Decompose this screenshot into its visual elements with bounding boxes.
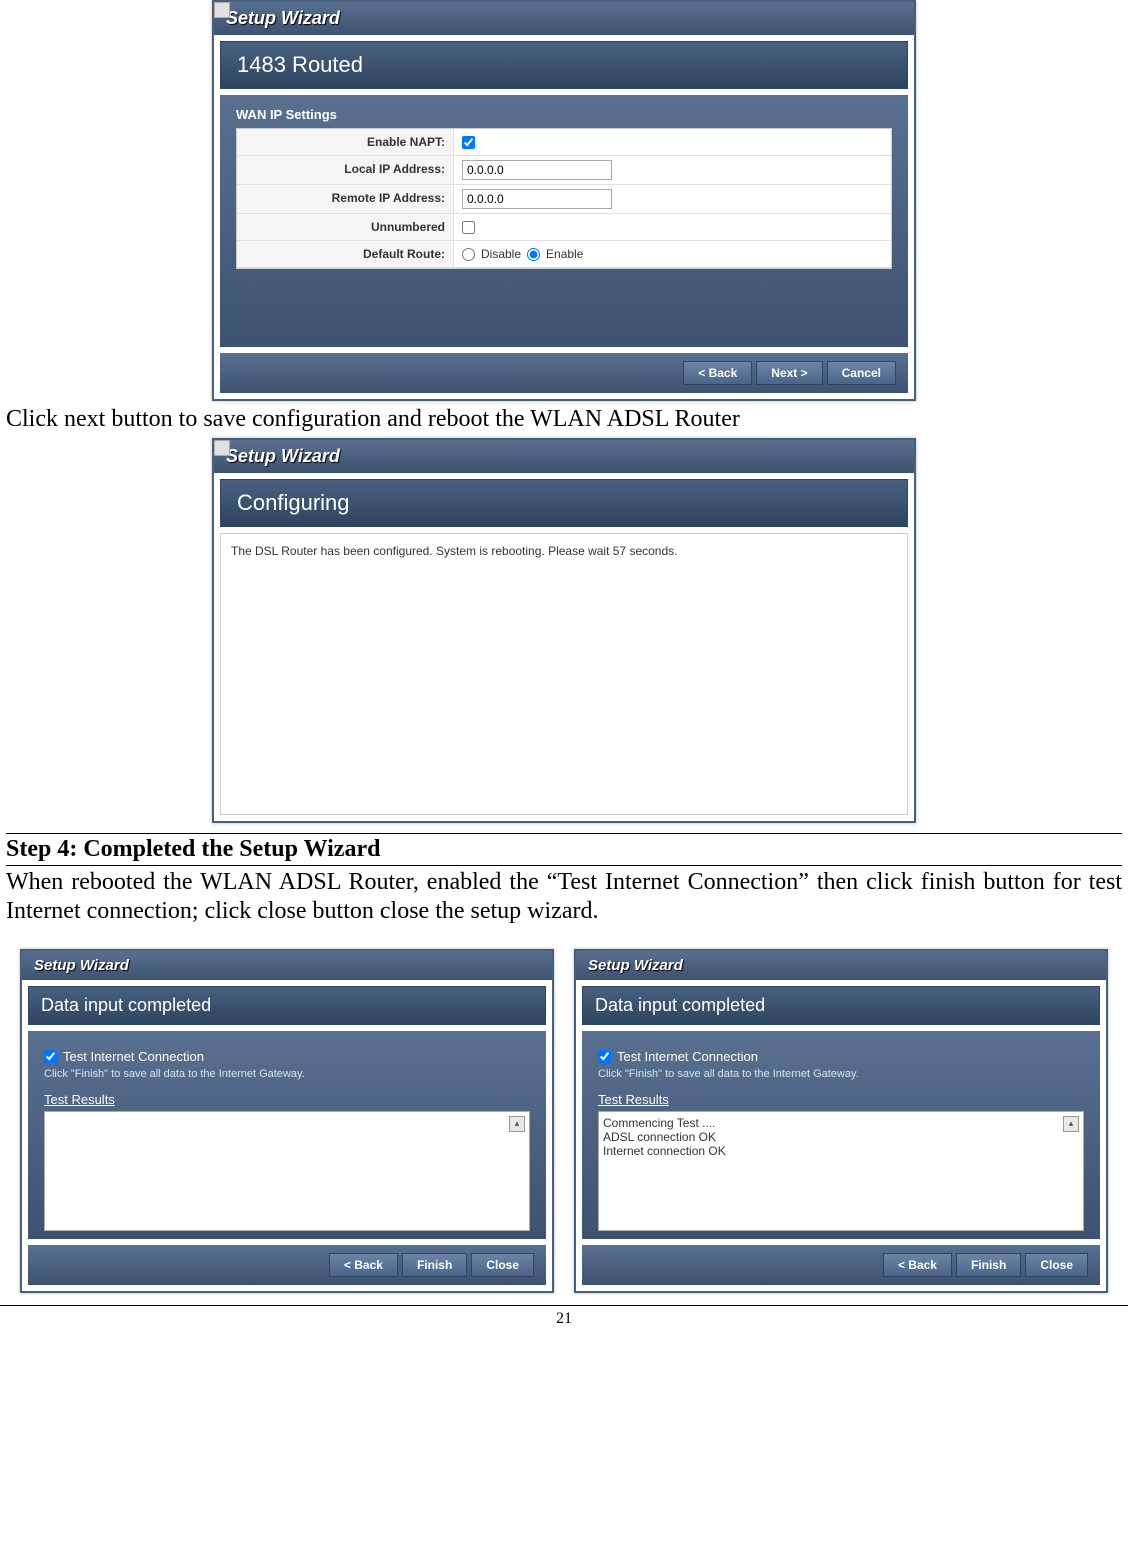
divider xyxy=(0,1305,1128,1306)
test-results-right: ▴Commencing Test .... ADSL connection OK… xyxy=(598,1111,1084,1231)
scroll-corner-icon xyxy=(214,2,230,18)
checkbox-enable-napt[interactable] xyxy=(462,136,475,149)
label-test-connection-left: Test Internet Connection xyxy=(63,1049,204,1064)
config-message: The DSL Router has been configured. Syst… xyxy=(220,533,908,815)
page-number: 21 xyxy=(0,1310,1128,1328)
row-remote-ip: Remote IP Address: xyxy=(237,185,891,214)
back-button[interactable]: < Back xyxy=(683,361,752,385)
next-button[interactable]: Next > xyxy=(756,361,822,385)
test-results-label-left: Test Results xyxy=(44,1092,530,1107)
close-button-left[interactable]: Close xyxy=(471,1253,534,1277)
row-enable-napt: Enable NAPT: xyxy=(237,129,891,156)
row-local-ip: Local IP Address: xyxy=(237,156,891,185)
finish-button-left[interactable]: Finish xyxy=(402,1253,467,1277)
form-panel: Enable NAPT: Local IP Address: Remote IP… xyxy=(236,128,892,269)
label-unnumbered: Unnumbered xyxy=(237,214,454,240)
label-enable: Enable xyxy=(546,247,583,261)
section-header-completed-left: Data input completed xyxy=(28,986,546,1025)
test-results-label-right: Test Results xyxy=(598,1092,1084,1107)
button-bar-1: < Back Next > Cancel xyxy=(220,353,908,393)
label-local-ip: Local IP Address: xyxy=(237,156,454,184)
radio-disable[interactable] xyxy=(462,248,475,261)
wizard-completed-left: Setup Wizard Data input completed Test I… xyxy=(20,949,554,1293)
wizard-1483-routed: Setup Wizard 1483 Routed WAN IP Settings… xyxy=(212,0,916,401)
row-unnumbered: Unnumbered xyxy=(237,214,891,241)
row-default-route: Default Route: Disable Enable xyxy=(237,241,891,268)
section-header-configuring: Configuring xyxy=(220,479,908,527)
checkbox-test-connection-right[interactable] xyxy=(598,1050,611,1063)
scroll-up-icon-r[interactable]: ▴ xyxy=(1063,1116,1079,1132)
section-header-1483: 1483 Routed xyxy=(220,41,908,89)
wizard-title: Setup Wizard xyxy=(214,2,914,35)
close-button-right[interactable]: Close xyxy=(1025,1253,1088,1277)
checkbox-unnumbered[interactable] xyxy=(462,221,475,234)
finish-button-right[interactable]: Finish xyxy=(956,1253,1021,1277)
instruction-text-2: When rebooted the WLAN ADSL Router, enab… xyxy=(6,868,1122,926)
button-bar-right: < Back Finish Close xyxy=(582,1245,1100,1285)
label-enable-napt: Enable NAPT: xyxy=(237,129,454,155)
instruction-right: Click "Finish" to save all data to the I… xyxy=(598,1068,1084,1080)
wizard-title-3: Setup Wizard xyxy=(22,951,552,980)
instruction-left: Click "Finish" to save all data to the I… xyxy=(44,1068,530,1080)
section-header-completed-right: Data input completed xyxy=(582,986,1100,1025)
checkbox-test-connection-left[interactable] xyxy=(44,1050,57,1063)
wizard-configuring: Setup Wizard Configuring The DSL Router … xyxy=(212,438,916,823)
radio-enable[interactable] xyxy=(527,248,540,261)
instruction-text-1: Click next button to save configuration … xyxy=(6,405,1122,434)
label-remote-ip: Remote IP Address: xyxy=(237,185,454,213)
step-4-heading: Step 4: Completed the Setup Wizard xyxy=(6,833,1122,866)
scroll-up-icon[interactable]: ▴ xyxy=(509,1116,525,1132)
button-bar-left: < Back Finish Close xyxy=(28,1245,546,1285)
input-local-ip[interactable] xyxy=(462,160,612,180)
input-remote-ip[interactable] xyxy=(462,189,612,209)
wizard-title-2: Setup Wizard xyxy=(214,440,914,473)
label-disable: Disable xyxy=(481,247,521,261)
test-results-left: ▴ xyxy=(44,1111,530,1231)
back-button-right[interactable]: < Back xyxy=(883,1253,952,1277)
scroll-corner-icon-2 xyxy=(214,440,230,456)
wizard-title-4: Setup Wizard xyxy=(576,951,1106,980)
back-button-left[interactable]: < Back xyxy=(329,1253,398,1277)
cancel-button[interactable]: Cancel xyxy=(827,361,896,385)
label-test-connection-right: Test Internet Connection xyxy=(617,1049,758,1064)
wizard-completed-right: Setup Wizard Data input completed Test I… xyxy=(574,949,1108,1293)
wan-ip-settings-label: WAN IP Settings xyxy=(236,107,892,122)
label-default-route: Default Route: xyxy=(237,241,454,267)
